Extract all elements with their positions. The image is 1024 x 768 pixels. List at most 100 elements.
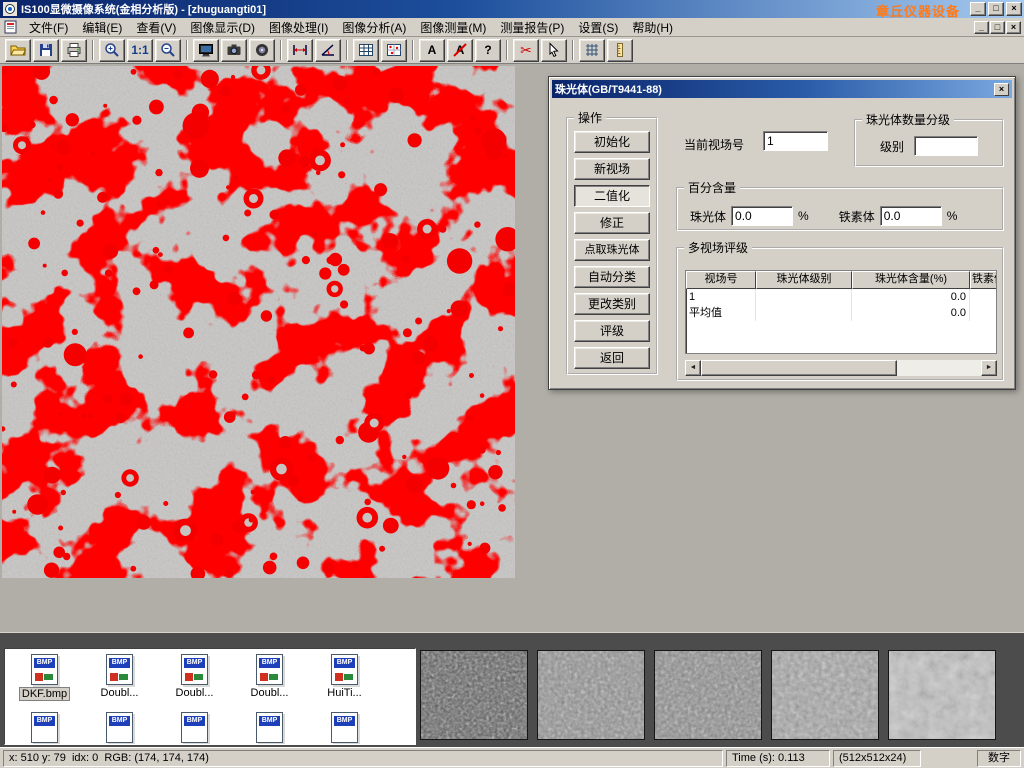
thumbnail[interactable] bbox=[654, 650, 762, 740]
init-button[interactable]: 初始化 bbox=[574, 131, 650, 153]
col-field[interactable]: 视场号 bbox=[686, 271, 756, 289]
maximize-button[interactable]: □ bbox=[988, 2, 1004, 16]
mesh-button[interactable] bbox=[579, 39, 605, 62]
table-horizontal-scrollbar[interactable]: ◄ ► bbox=[685, 360, 997, 376]
cell-field: 1 bbox=[686, 289, 756, 305]
table-row[interactable]: 平均值 0.0 bbox=[686, 305, 997, 321]
camera-button[interactable] bbox=[221, 39, 247, 62]
menu-measure-report[interactable]: 测量报告(P) bbox=[493, 17, 571, 38]
mdi-restore-button[interactable]: □ bbox=[990, 21, 1005, 34]
pearlite-percent-input[interactable] bbox=[731, 206, 793, 226]
toolbar-separator bbox=[346, 40, 348, 60]
count-grid-button[interactable] bbox=[381, 39, 407, 62]
zoom-out-button[interactable] bbox=[155, 39, 181, 62]
minimize-button[interactable]: _ bbox=[970, 2, 986, 16]
zoom-in-icon bbox=[104, 42, 120, 58]
change-class-button[interactable]: 更改类别 bbox=[574, 293, 650, 315]
grade-button[interactable]: 评级 bbox=[574, 320, 650, 342]
ruler-button[interactable] bbox=[607, 39, 633, 62]
text-annotate-button[interactable]: A bbox=[419, 39, 445, 62]
print-button[interactable] bbox=[61, 39, 87, 62]
cut-button[interactable]: ✂ bbox=[513, 39, 539, 62]
correct-button[interactable]: 修正 bbox=[574, 212, 650, 234]
percent-group: 百分含量 珠光体 % 铁素体 % bbox=[676, 179, 1004, 231]
col-pearlite-grade[interactable]: 珠光体级别 bbox=[756, 271, 852, 289]
col-ferrite-content[interactable]: 铁素体含量(%) bbox=[970, 271, 997, 289]
multi-field-group: 多视场评级 视场号 珠光体级别 珠光体含量(%) 铁素体含量(%) 1 0.0 bbox=[676, 239, 1004, 381]
ferrite-percent-input[interactable] bbox=[880, 206, 942, 226]
file-item[interactable]: BMP bbox=[82, 710, 157, 745]
file-item[interactable]: BMP DKF.bmp bbox=[7, 652, 82, 701]
capture-button[interactable] bbox=[249, 39, 275, 62]
thumbnail[interactable] bbox=[888, 650, 996, 740]
save-button[interactable] bbox=[33, 39, 59, 62]
bmp-file-icon: BMP bbox=[181, 654, 208, 685]
auto-classify-button[interactable]: 自动分类 bbox=[574, 266, 650, 288]
binarize-button[interactable]: 二值化 bbox=[574, 185, 650, 207]
window-controls: _ □ × bbox=[970, 2, 1022, 16]
new-field-button[interactable]: 新视场 bbox=[574, 158, 650, 180]
bmp-file-icon: BMP bbox=[331, 712, 358, 743]
return-button[interactable]: 返回 bbox=[574, 347, 650, 369]
mdi-minimize-button[interactable]: _ bbox=[974, 21, 989, 34]
file-item[interactable]: BMP Doubl... bbox=[82, 652, 157, 701]
menu-image-analysis[interactable]: 图像分析(A) bbox=[335, 17, 413, 38]
level-input[interactable] bbox=[914, 136, 978, 156]
current-field-input[interactable] bbox=[763, 131, 828, 151]
caliper-icon bbox=[292, 42, 308, 58]
file-item[interactable]: BMP bbox=[7, 710, 82, 745]
menu-help[interactable]: 帮助(H) bbox=[625, 17, 680, 38]
file-item[interactable]: BMP bbox=[157, 710, 232, 745]
col-pearlite-content[interactable]: 珠光体含量(%) bbox=[852, 271, 970, 289]
scrollbar-thumb[interactable] bbox=[701, 360, 897, 376]
toolbar: 1:1 A A ? ✂ bbox=[0, 37, 1024, 64]
pointer-button[interactable] bbox=[541, 39, 567, 62]
file-item[interactable]: BMP bbox=[307, 710, 382, 745]
table-row[interactable]: 1 0.0 bbox=[686, 289, 997, 305]
file-item[interactable]: BMP Doubl... bbox=[232, 652, 307, 701]
menu-image-display[interactable]: 图像显示(D) bbox=[183, 17, 262, 38]
bmp-file-icon: BMP bbox=[31, 712, 58, 743]
menu-image-process[interactable]: 图像处理(I) bbox=[262, 17, 335, 38]
menu-edit[interactable]: 编辑(E) bbox=[75, 17, 129, 38]
thumbnail[interactable] bbox=[537, 650, 645, 740]
menu-file[interactable]: 文件(F) bbox=[22, 17, 75, 38]
measure-angle-button[interactable] bbox=[315, 39, 341, 62]
display-button[interactable] bbox=[193, 39, 219, 62]
file-item[interactable]: BMP bbox=[232, 710, 307, 745]
file-item[interactable]: BMP Doubl... bbox=[157, 652, 232, 701]
scroll-left-button[interactable]: ◄ bbox=[685, 360, 701, 376]
toolbar-separator bbox=[280, 40, 282, 60]
menu-view[interactable]: 查看(V) bbox=[129, 17, 183, 38]
dialog-close-button[interactable]: × bbox=[994, 83, 1009, 96]
file-name: Doubl... bbox=[232, 687, 307, 699]
menu-image-measure[interactable]: 图像测量(M) bbox=[413, 17, 493, 38]
file-item[interactable]: BMP HuiTi... bbox=[307, 652, 382, 701]
scissors-icon: ✂ bbox=[520, 42, 532, 59]
text-annotate-off-button[interactable]: A bbox=[447, 39, 473, 62]
menu-settings[interactable]: 设置(S) bbox=[571, 17, 625, 38]
mdi-document-icon bbox=[4, 20, 18, 34]
grid-table-button[interactable] bbox=[353, 39, 379, 62]
open-button[interactable] bbox=[5, 39, 31, 62]
metallograph-view[interactable] bbox=[2, 66, 515, 578]
operation-group-label: 操作 bbox=[574, 109, 606, 126]
zoom-in-button[interactable] bbox=[99, 39, 125, 62]
help-button[interactable]: ? bbox=[475, 39, 501, 62]
scroll-right-button[interactable]: ► bbox=[981, 360, 997, 376]
metallograph-image bbox=[2, 66, 515, 578]
pearlite-dialog: 珠光体(GB/T9441-88) × 操作 初始化 新视场 二值化 修正 点取珠… bbox=[548, 76, 1016, 390]
pick-pearlite-button[interactable]: 点取珠光体 bbox=[574, 239, 650, 261]
menu-bar: 文件(F) 编辑(E) 查看(V) 图像显示(D) 图像处理(I) 图像分析(A… bbox=[0, 18, 1024, 37]
current-field-label: 当前视场号 bbox=[684, 136, 744, 153]
file-name: Doubl... bbox=[157, 687, 232, 699]
mdi-close-button[interactable]: × bbox=[1006, 21, 1021, 34]
measure-length-button[interactable] bbox=[287, 39, 313, 62]
actual-size-button[interactable]: 1:1 bbox=[127, 39, 153, 62]
close-button[interactable]: × bbox=[1006, 2, 1022, 16]
thumbnail[interactable] bbox=[771, 650, 879, 740]
count-grid-icon bbox=[386, 42, 402, 58]
dialog-title-bar[interactable]: 珠光体(GB/T9441-88) × bbox=[552, 80, 1012, 98]
thumbnail[interactable] bbox=[420, 650, 528, 740]
file-browser: BMP DKF.bmp BMP Doubl... BMP Doubl... BM… bbox=[4, 648, 416, 745]
